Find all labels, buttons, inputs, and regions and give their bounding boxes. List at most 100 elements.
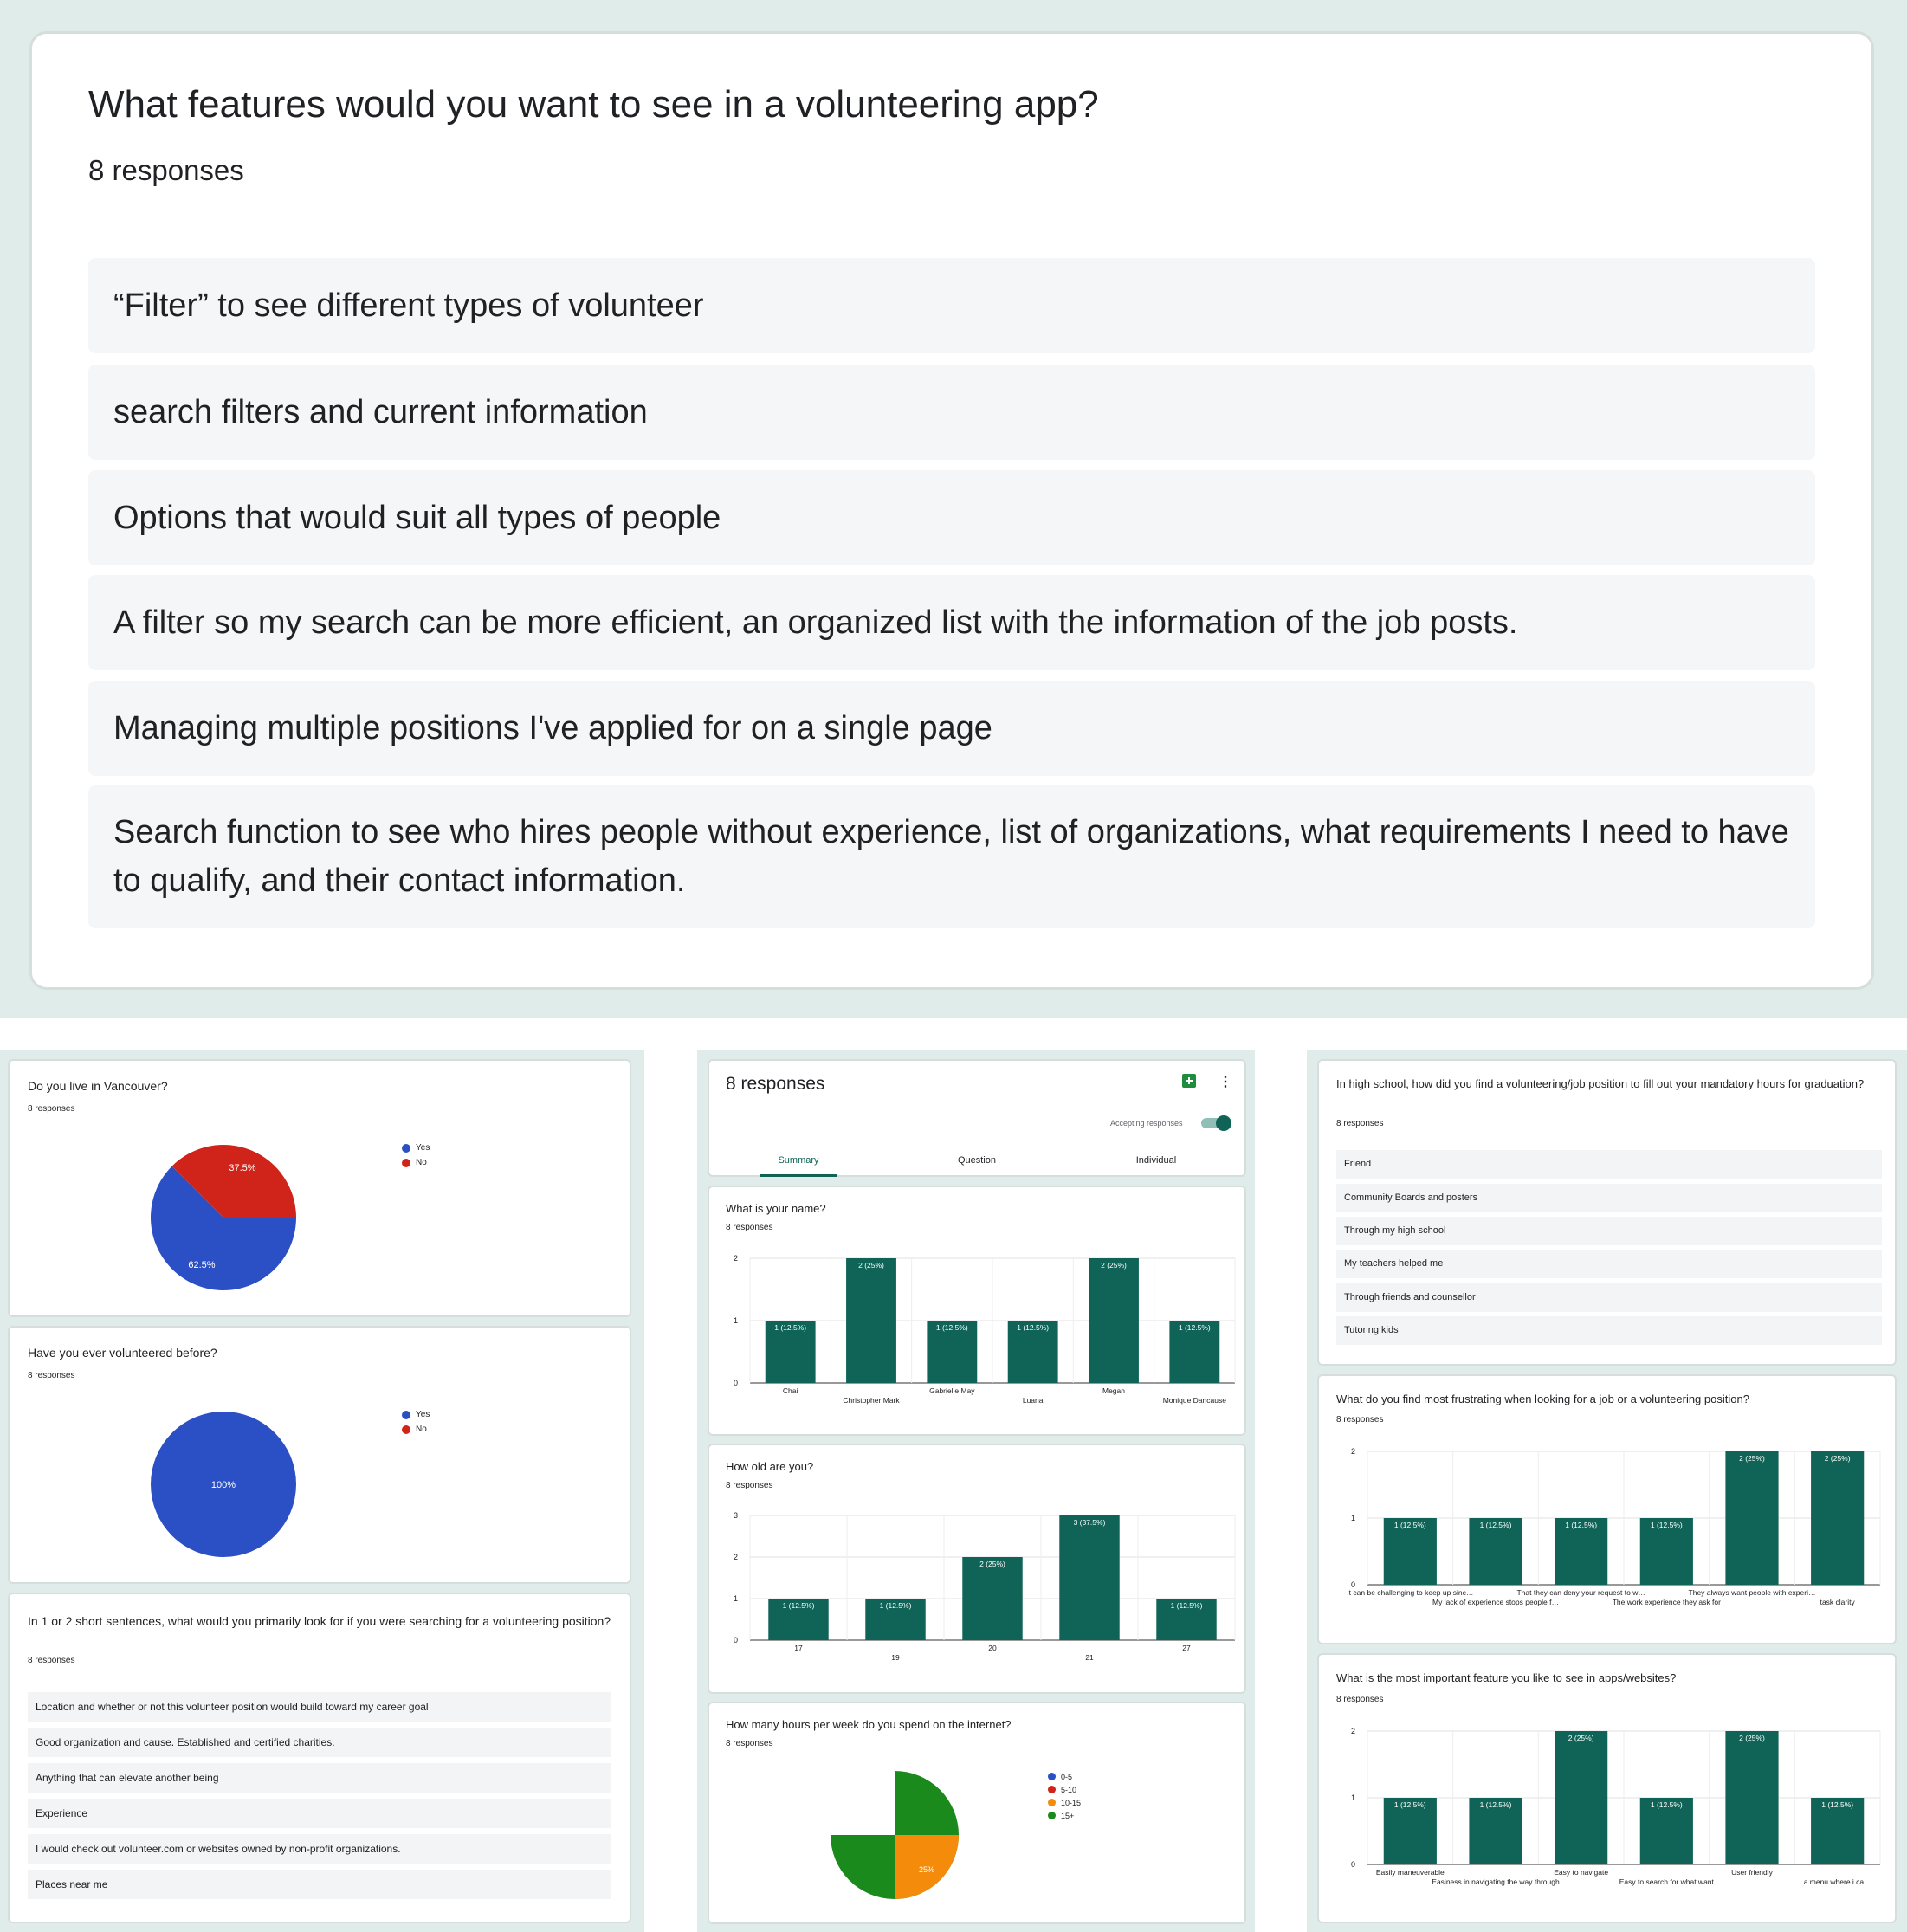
pie-label-no: 37.5% <box>229 1163 255 1173</box>
highschool-question-title: In high school, how did you find a volun… <box>1336 1077 1865 1090</box>
response-item: Through my high school <box>1336 1217 1882 1245</box>
legend-swatch <box>402 1425 410 1434</box>
vancouver-question-card <box>8 1059 631 1317</box>
hours-response-count: 8 responses <box>726 1739 773 1748</box>
response-item: Community Boards and posters <box>1336 1184 1882 1212</box>
x-tick-label: 19 <box>891 1653 900 1662</box>
response-item: I would check out volunteer.com or websi… <box>28 1834 611 1864</box>
response-item: My teachers helped me <box>1336 1250 1882 1278</box>
legend-item-yes: Yes <box>402 1407 430 1422</box>
response-item: A filter so my search can be more effici… <box>88 575 1815 670</box>
x-tick-label: Luana <box>1023 1396 1044 1405</box>
bar-data-label: 1 (12.5%) <box>880 1601 912 1610</box>
volunteered-pie-chart: 100% <box>151 1412 296 1557</box>
tab-individual[interactable]: Individual <box>1104 1155 1208 1166</box>
responses-header-title: 8 responses <box>726 1074 825 1094</box>
y-tick-label: 0 <box>734 1636 738 1644</box>
bar-data-label: 1 (12.5%) <box>1171 1601 1203 1610</box>
vancouver-legend: Yes No <box>402 1140 430 1170</box>
pie-label-15plus: 75% <box>853 1798 869 1806</box>
x-tick-label: Easiness in navigating the way through <box>1432 1877 1560 1886</box>
y-tick-label: 1 <box>734 1316 738 1325</box>
toggle-knob <box>1216 1115 1231 1131</box>
bar-data-label: 1 (12.5%) <box>1821 1800 1853 1809</box>
response-item: Options that would suit all types of peo… <box>88 470 1815 565</box>
response-item: Anything that can elevate another being <box>28 1763 611 1793</box>
legend-label: 15+ <box>1061 1811 1075 1820</box>
x-tick-label: The work experience they ask for <box>1613 1598 1721 1606</box>
tab-question[interactable]: Question <box>925 1155 1029 1166</box>
more-options-icon[interactable]: ⋮ <box>1219 1073 1232 1090</box>
y-tick-label: 2 <box>1351 1727 1355 1735</box>
x-tick-label: That they can deny your request to w… <box>1516 1588 1645 1597</box>
bar-data-label: 1 (12.5%) <box>1017 1323 1049 1332</box>
legend-item-5-10: 5-10 <box>1048 1783 1081 1796</box>
frustrating-bar-chart: 0121 (12.5%)It can be challenging to kee… <box>1347 1447 1881 1606</box>
x-tick-label: Gabrielle May <box>929 1386 975 1395</box>
frustrating-response-count: 8 responses <box>1336 1415 1384 1425</box>
short-answer-question-title: In 1 or 2 short sentences, what would yo… <box>28 1614 611 1628</box>
bar-data-label: 1 (12.5%) <box>1480 1800 1512 1809</box>
legend-label: No <box>416 1425 427 1434</box>
legend-item-yes: Yes <box>402 1140 430 1155</box>
accepting-responses-toggle[interactable] <box>1201 1115 1231 1131</box>
volunteered-response-count: 8 responses <box>28 1371 75 1380</box>
y-tick-label: 2 <box>734 1553 738 1561</box>
features-question-title: What features would you want to see in a… <box>88 83 1099 126</box>
bar <box>1725 1451 1779 1585</box>
sheets-icon[interactable] <box>1182 1074 1196 1088</box>
age-response-count: 8 responses <box>726 1481 773 1490</box>
bar-data-label: 1 (12.5%) <box>1480 1521 1512 1529</box>
age-question-title: How old are you? <box>726 1460 814 1473</box>
highschool-response-count: 8 responses <box>1336 1119 1384 1128</box>
bar-data-label: 2 (25%) <box>1568 1734 1594 1742</box>
legend-label: 10-15 <box>1061 1798 1082 1807</box>
legend-swatch <box>402 1158 410 1167</box>
hours-question-title: How many hours per week do you spend on … <box>726 1718 1012 1731</box>
bar-data-label: 2 (25%) <box>1739 1454 1765 1463</box>
x-tick-label: 21 <box>1085 1653 1094 1662</box>
legend-item-0-5: 0-5 <box>1048 1770 1081 1783</box>
response-item: Friend <box>1336 1150 1882 1179</box>
bar-data-label: 2 (25%) <box>1825 1454 1851 1463</box>
legend-label: Yes <box>416 1410 430 1419</box>
bar-data-label: 2 (25%) <box>1101 1261 1127 1270</box>
legend-swatch <box>1048 1773 1056 1780</box>
response-item: Location and whether or not this volunte… <box>28 1692 611 1722</box>
tab-summary[interactable]: Summary <box>747 1155 850 1166</box>
legend-item-15plus: 15+ <box>1048 1809 1081 1822</box>
legend-label: 0-5 <box>1061 1772 1073 1781</box>
bar-data-label: 1 (12.5%) <box>1651 1800 1683 1809</box>
active-tab-indicator <box>760 1174 837 1177</box>
y-tick-label: 1 <box>1351 1514 1355 1522</box>
bar-data-label: 1 (12.5%) <box>1179 1323 1211 1332</box>
frustrating-question-title: What do you find most frustrating when l… <box>1336 1392 1749 1405</box>
x-tick-label: Megan <box>1102 1386 1125 1395</box>
x-tick-label: Easy to navigate <box>1554 1868 1608 1877</box>
x-tick-label: They always want people with experi… <box>1689 1588 1816 1597</box>
name-question-title: What is your name? <box>726 1202 826 1215</box>
legend-swatch <box>1048 1812 1056 1819</box>
bar-data-label: 1 (12.5%) <box>1651 1521 1683 1529</box>
x-tick-label: It can be challenging to keep up sinc… <box>1347 1588 1473 1597</box>
bar <box>1089 1258 1139 1383</box>
response-item: Good organization and cause. Established… <box>28 1728 611 1757</box>
bar-data-label: 2 (25%) <box>858 1261 884 1270</box>
response-item: Through friends and counsellor <box>1336 1283 1882 1312</box>
x-tick-label: My lack of experience stops people f… <box>1432 1598 1559 1606</box>
hours-question-card <box>708 1702 1246 1924</box>
legend-swatch <box>402 1143 410 1153</box>
x-tick-label: Monique Dancause <box>1163 1396 1227 1405</box>
y-tick-label: 1 <box>734 1594 738 1603</box>
bar-data-label: 1 (12.5%) <box>1565 1521 1597 1529</box>
legend-swatch <box>1048 1786 1056 1793</box>
legend-item-no: No <box>402 1422 430 1437</box>
legend-item-no: No <box>402 1155 430 1170</box>
response-item: Places near me <box>28 1870 611 1899</box>
legend-label: 5-10 <box>1061 1785 1077 1794</box>
y-tick-label: 1 <box>1351 1793 1355 1802</box>
x-tick-label: task clarity <box>1820 1598 1856 1606</box>
bar-data-label: 2 (25%) <box>979 1560 1005 1568</box>
response-item: Managing multiple positions I've applied… <box>88 681 1815 776</box>
bar-data-label: 1 (12.5%) <box>1394 1800 1426 1809</box>
